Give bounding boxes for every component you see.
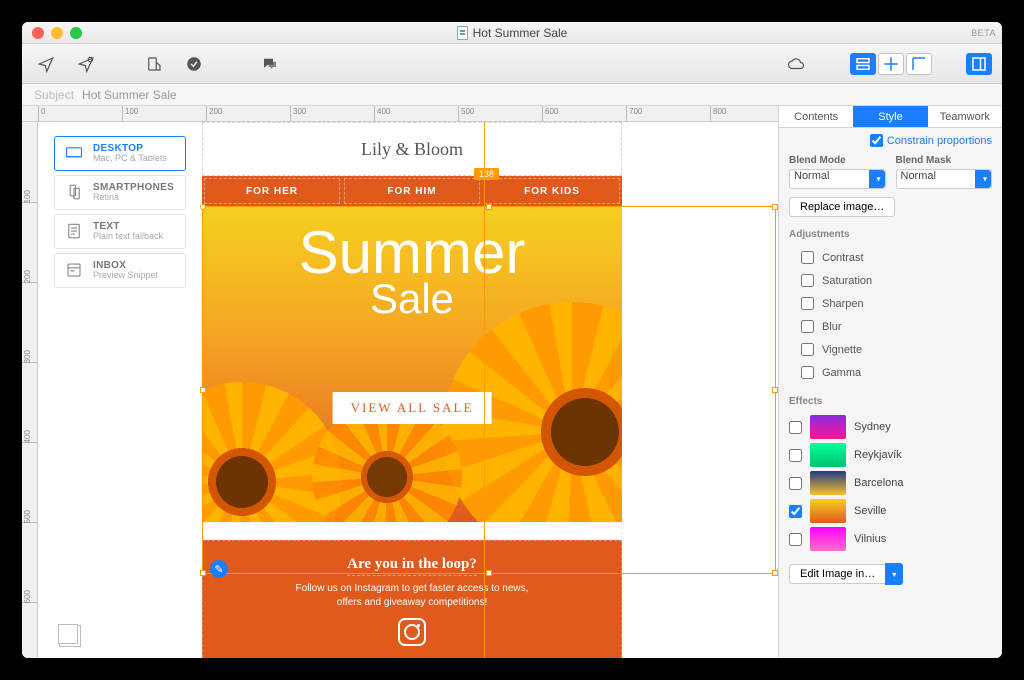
content-area: 0 100 200 300 400 500 600 700 800 100 20… [22,106,1002,658]
replace-image-button[interactable]: Replace image… [789,197,895,217]
hero-image[interactable]: Summer Sale VIEW ALL SALE [202,206,622,522]
device-preview-list: DESKTOPMac, PC & Tablets SMARTPHONESReti… [54,136,186,288]
blend-mask-select[interactable]: Normal▾ [896,169,993,189]
tab-contents[interactable]: Contents [779,106,853,127]
guide-measurement: 138 [474,168,499,180]
beta-badge: BETA [971,28,996,38]
inspector-toggle-button[interactable] [966,53,992,75]
loop-line2[interactable]: offers and giveaway competitions! [213,596,611,610]
instagram-icon[interactable] [398,618,426,646]
toolbar [22,44,1002,84]
canvas-area: 0 100 200 300 400 500 600 700 800 100 20… [22,106,778,658]
loop-title[interactable]: Are you in the loop? [347,556,477,576]
layers-button[interactable] [58,624,78,644]
effect-vilnius[interactable]: Vilnius [789,525,992,553]
window-title: Hot Summer Sale [22,26,1002,40]
tab-style[interactable]: Style [853,106,927,127]
minimize-icon[interactable] [51,27,63,39]
layout-rulers-button[interactable] [906,53,932,75]
document-icon [457,26,468,40]
blend-mode-label: Blend Mode [789,155,886,166]
inspector-panel: Contents Style Teamwork Constrain propor… [778,106,1002,658]
desktop-icon [63,145,85,161]
text-icon [63,223,85,239]
effect-barcelona[interactable]: Barcelona [789,469,992,497]
inbox-icon [63,262,85,278]
blend-mask-label: Blend Mask [896,155,993,166]
guide-vertical[interactable] [484,122,485,658]
effect-reykjavik[interactable]: Reykjavík [789,441,992,469]
inspector-body: Constrain proportions Blend Mode Normal▾… [779,128,1002,658]
device-text[interactable]: TEXTPlain text fallback [54,214,186,249]
layout-design-button[interactable] [850,53,876,75]
effect-swatch [810,527,846,551]
nav-for-kids[interactable]: FOR KIDS [484,178,620,204]
comments-button[interactable] [256,52,284,76]
subject-label: Subject [34,88,74,102]
hero-headline[interactable]: Summer Sale [202,226,622,318]
loop-line1[interactable]: Follow us on Instagram to get faster acc… [213,582,611,596]
adjustment-contrast[interactable]: Contrast [789,246,992,269]
constrain-checkbox-input[interactable] [870,134,883,147]
smartphone-icon [63,184,85,200]
zoom-icon[interactable] [70,27,82,39]
constrain-proportions-checkbox[interactable]: Constrain proportions [789,134,992,147]
loop-section[interactable]: Are you in the loop? Follow us on Instag… [202,540,622,658]
layout-toggle-group [850,53,932,75]
adjustment-gamma[interactable]: Gamma [789,361,992,384]
effect-swatch [810,443,846,467]
tab-teamwork[interactable]: Teamwork [928,106,1002,127]
export-button[interactable] [140,52,168,76]
device-inbox[interactable]: INBOXPreview Snippet [54,253,186,288]
adjustment-blur[interactable]: Blur [789,315,992,338]
effect-swatch [810,471,846,495]
adjustments-header: Adjustments [789,229,992,240]
comment-marker[interactable]: ✎ [210,560,228,578]
inspector-tabs: Contents Style Teamwork [779,106,1002,128]
adjustment-sharpen[interactable]: Sharpen [789,292,992,315]
close-icon[interactable] [32,27,44,39]
app-window: Hot Summer Sale BETA Subject Hot Summer … [22,22,1002,658]
adjustment-vignette[interactable]: Vignette [789,338,992,361]
title-text: Hot Summer Sale [473,26,568,40]
email-canvas[interactable]: 138 Lily & Bloom FOR HER FOR HIM FOR KID… [202,122,622,658]
send-test-button[interactable] [32,52,60,76]
device-desktop[interactable]: DESKTOPMac, PC & Tablets [54,136,186,171]
email-nav[interactable]: FOR HER FOR HIM FOR KIDS [202,176,622,206]
ruler-horizontal[interactable]: 0 100 200 300 400 500 600 700 800 [22,106,778,122]
ruler-vertical[interactable]: 100 200 300 400 500 600 [22,122,38,658]
blend-mode-select[interactable]: Normal▾ [789,169,886,189]
window-controls [22,27,82,39]
layout-guides-button[interactable] [878,53,904,75]
edit-image-dropdown[interactable]: ▾ [885,563,903,585]
subject-value[interactable]: Hot Summer Sale [82,88,177,102]
effect-swatch [810,499,846,523]
nav-for-her[interactable]: FOR HER [204,178,340,204]
edit-image-in-button[interactable]: Edit Image in… [789,564,885,584]
send-button[interactable] [72,52,100,76]
nav-for-him[interactable]: FOR HIM [344,178,480,204]
adjustment-saturation[interactable]: Saturation [789,269,992,292]
titlebar: Hot Summer Sale BETA [22,22,1002,44]
canvas-stage[interactable]: DESKTOPMac, PC & Tablets SMARTPHONESReti… [38,122,778,658]
cloud-button[interactable] [782,52,810,76]
validate-button[interactable] [180,52,208,76]
device-smartphones[interactable]: SMARTPHONESRetina [54,175,186,210]
effect-sydney[interactable]: Sydney [789,413,992,441]
email-brand[interactable]: Lily & Bloom [202,122,622,176]
hero-cta-button[interactable]: VIEW ALL SALE [333,392,492,424]
effect-seville[interactable]: Seville [789,497,992,525]
spacer-block[interactable] [202,522,622,540]
effects-header: Effects [789,396,992,407]
subject-bar: Subject Hot Summer Sale [22,84,1002,106]
effect-swatch [810,415,846,439]
